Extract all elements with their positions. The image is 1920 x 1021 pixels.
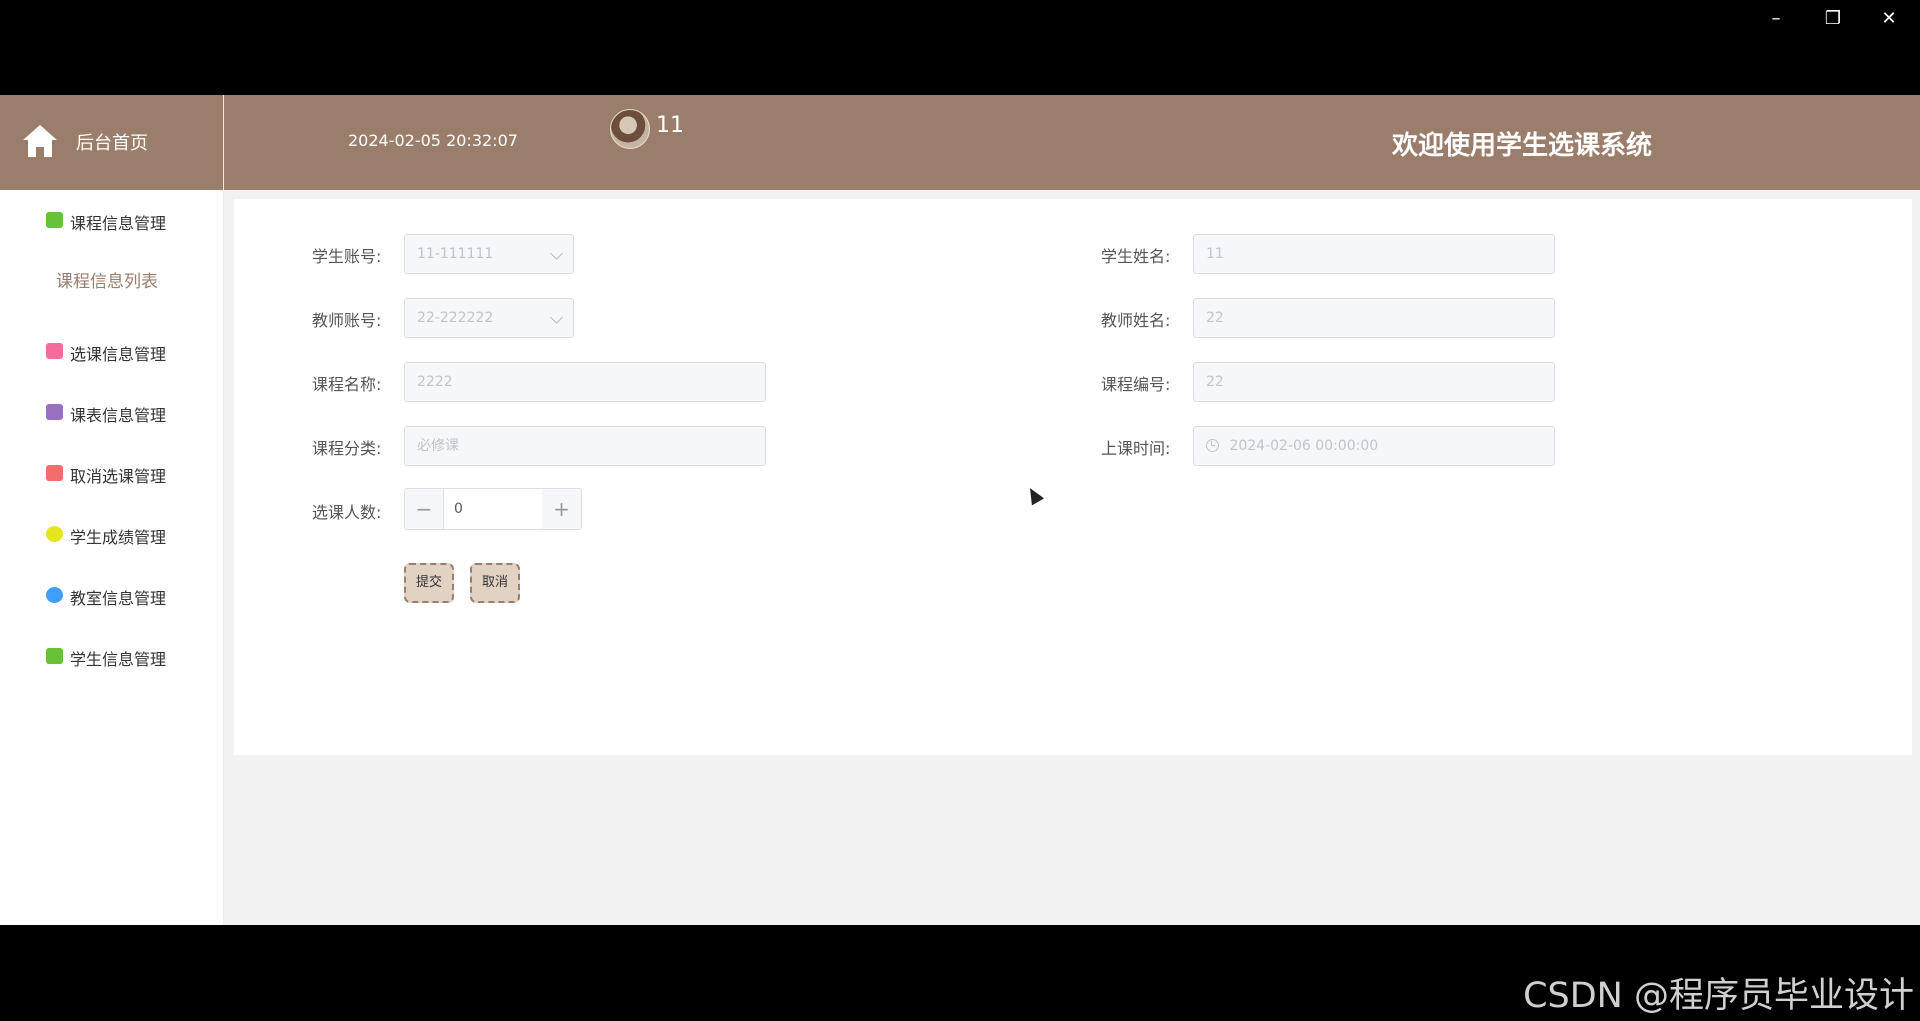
sidebar-item-label: 课程信息管理 bbox=[70, 214, 167, 233]
sidebar-item-label: 课表信息管理 bbox=[70, 406, 167, 425]
student-name-value: 11 bbox=[1206, 246, 1224, 262]
student-name-label: 学生姓名: bbox=[1101, 247, 1171, 266]
class-time-picker[interactable]: 2024-02-06 00:00:00 bbox=[1193, 426, 1555, 466]
sidebar-item-label: 取消选课管理 bbox=[70, 467, 167, 486]
badge-icon bbox=[46, 343, 63, 359]
watermark-text: CSDN @程序员毕业设计 bbox=[1523, 976, 1914, 1016]
course-name-value: 2222 bbox=[417, 374, 453, 390]
cube-icon bbox=[46, 526, 63, 542]
course-code-value: 22 bbox=[1206, 374, 1224, 390]
minimize-icon[interactable]: – bbox=[1753, 6, 1799, 32]
sidebar-item-cancel-selection[interactable]: 取消选课管理 bbox=[0, 453, 224, 493]
enroll-count-input[interactable]: 0 bbox=[444, 488, 542, 530]
submit-button[interactable]: 提交 bbox=[404, 563, 454, 603]
sidebar-item-label: 学生成绩管理 bbox=[70, 528, 167, 547]
clock-icon bbox=[1206, 439, 1219, 452]
sidebar-item-student-info[interactable]: 学生信息管理 bbox=[0, 636, 224, 676]
decrement-button[interactable]: − bbox=[404, 488, 444, 530]
course-category-input[interactable]: 必修课 bbox=[404, 426, 766, 466]
course-name-input[interactable]: 2222 bbox=[404, 362, 766, 402]
teacher-name-value: 22 bbox=[1206, 310, 1224, 326]
sidebar-item-course-list[interactable]: 课程信息列表 bbox=[0, 262, 224, 302]
archive-icon bbox=[46, 404, 63, 420]
teacher-name-label: 教师姓名: bbox=[1101, 311, 1171, 330]
sidebar-item-schedule-info[interactable]: 课表信息管理 bbox=[0, 392, 224, 432]
sidebar-item-label: 学生信息管理 bbox=[70, 650, 167, 669]
student-account-select[interactable]: 11-111111 bbox=[404, 234, 574, 274]
cancel-button[interactable]: 取消 bbox=[470, 563, 520, 603]
avatar[interactable] bbox=[610, 109, 650, 149]
window-titlebar: – ❐ ✕ bbox=[0, 0, 1920, 95]
star-icon bbox=[46, 587, 63, 603]
teacher-name-input[interactable]: 22 bbox=[1193, 298, 1555, 338]
course-code-label: 课程编号: bbox=[1101, 375, 1171, 394]
home-icon bbox=[23, 125, 57, 157]
home-link[interactable]: 后台首页 bbox=[0, 95, 224, 190]
close-icon[interactable]: ✕ bbox=[1866, 6, 1912, 32]
student-name-input[interactable]: 11 bbox=[1193, 234, 1555, 274]
sidebar-item-classroom[interactable]: 教室信息管理 bbox=[0, 575, 224, 615]
class-time-value: 2024-02-06 00:00:00 bbox=[1229, 438, 1379, 454]
current-datetime: 2024-02-05 20:32:07 bbox=[348, 131, 518, 150]
sidebar-item-selection-info[interactable]: 选课信息管理 bbox=[0, 331, 224, 371]
class-time-label: 上课时间: bbox=[1101, 439, 1171, 458]
student-account-label: 学生账号: bbox=[312, 247, 382, 266]
chat-icon bbox=[46, 212, 63, 228]
header-bar: 后台首页 2024-02-05 20:32:07 11 欢迎使用学生选课系统 bbox=[0, 95, 1920, 190]
sidebar: 课程信息管理 课程信息列表 选课信息管理 课表信息管理 取消选课管理 学生成绩管… bbox=[0, 190, 224, 925]
teacher-account-select[interactable]: 22-222222 bbox=[404, 298, 574, 338]
enroll-count-stepper: − 0 + bbox=[404, 488, 582, 530]
increment-button[interactable]: + bbox=[542, 488, 582, 530]
student-account-value: 11-111111 bbox=[417, 246, 494, 262]
grid-icon bbox=[46, 465, 63, 481]
sidebar-item-label: 选课信息管理 bbox=[70, 345, 167, 364]
footer-bar: CSDN @程序员毕业设计 bbox=[0, 925, 1920, 1021]
username: 11 bbox=[656, 113, 684, 138]
app-container: 后台首页 2024-02-05 20:32:07 11 欢迎使用学生选课系统 课… bbox=[0, 95, 1920, 925]
course-name-label: 课程名称: bbox=[312, 375, 382, 394]
course-code-input[interactable]: 22 bbox=[1193, 362, 1555, 402]
course-category-value: 必修课 bbox=[417, 438, 459, 454]
restore-icon[interactable]: ❐ bbox=[1810, 6, 1856, 32]
chevron-down-icon bbox=[550, 311, 563, 324]
form-panel: 学生账号: 11-111111 教师账号: 22-222222 课程名称: 22… bbox=[234, 199, 1912, 755]
welcome-title: 欢迎使用学生选课系统 bbox=[1392, 131, 1653, 161]
teacher-account-value: 22-222222 bbox=[417, 310, 494, 326]
home-label: 后台首页 bbox=[76, 133, 148, 154]
teacher-account-label: 教师账号: bbox=[312, 311, 382, 330]
course-category-label: 课程分类: bbox=[312, 439, 382, 458]
sidebar-item-grades[interactable]: 学生成绩管理 bbox=[0, 514, 224, 554]
chat-icon bbox=[46, 648, 63, 664]
sidebar-item-label: 课程信息列表 bbox=[56, 272, 158, 292]
sidebar-item-label: 教室信息管理 bbox=[70, 589, 167, 608]
sidebar-item-course-info[interactable]: 课程信息管理 bbox=[0, 200, 224, 240]
chevron-down-icon bbox=[550, 247, 563, 260]
enroll-count-label: 选课人数: bbox=[312, 503, 382, 522]
